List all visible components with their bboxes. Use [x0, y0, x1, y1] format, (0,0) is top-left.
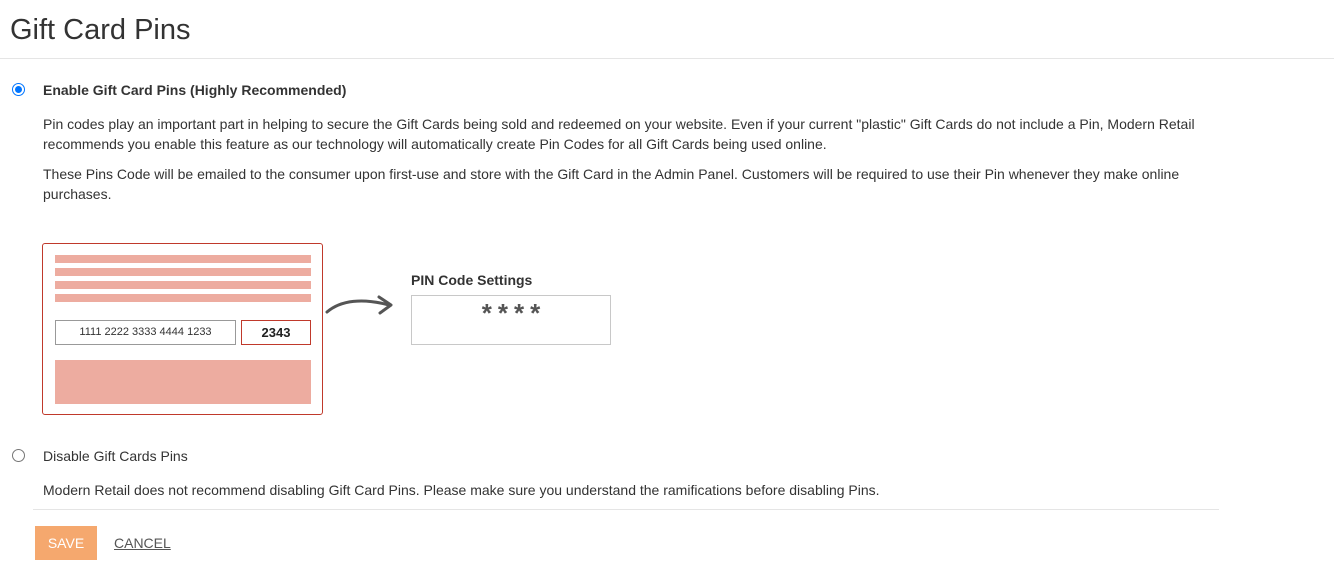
enable-pins-description: Pin codes play an important part in help…	[43, 116, 1195, 152]
title-divider	[0, 58, 1334, 59]
disable-pins-description: Modern Retail does not recommend disabli…	[43, 482, 880, 498]
actions-divider	[33, 509, 1219, 510]
card-stripe	[55, 281, 311, 289]
pin-settings-heading: PIN Code Settings	[411, 272, 533, 288]
page-title: Gift Card Pins	[10, 14, 191, 46]
save-button[interactable]: Save	[35, 526, 97, 560]
enable-pins-label[interactable]: Enable Gift Card Pins (Highly Recommende…	[43, 82, 346, 98]
card-number: 1111 2222 3333 4444 1233	[55, 320, 236, 345]
pin-mask-box: ****	[411, 295, 611, 345]
cancel-link[interactable]: Cancel	[114, 535, 171, 551]
gift-card-illustration: 1111 2222 3333 4444 1233 2343	[42, 243, 323, 415]
card-stripe	[55, 255, 311, 263]
card-stripe	[55, 294, 311, 302]
curved-arrow-right-icon	[325, 295, 393, 315]
card-block	[55, 360, 311, 404]
card-pin: 2343	[241, 320, 311, 345]
disable-pins-radio[interactable]	[12, 449, 25, 462]
card-stripe	[55, 268, 311, 276]
pin-mask: ****	[481, 298, 547, 328]
disable-pins-label[interactable]: Disable Gift Cards Pins	[43, 448, 188, 464]
enable-pins-radio[interactable]	[12, 83, 25, 96]
pins-email-description: These Pins Code will be emailed to the c…	[43, 166, 1180, 202]
